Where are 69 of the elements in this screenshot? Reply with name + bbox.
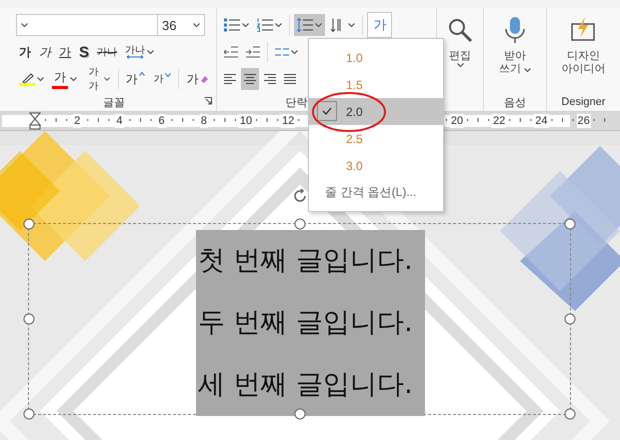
shrink-font-button[interactable]: 가 xyxy=(150,68,174,90)
design-ideas-button[interactable]: 디자인 아이디어 xyxy=(557,14,610,78)
ruler-number: 20 xyxy=(450,114,464,128)
ruler-number: 8 xyxy=(200,114,208,128)
underline-button[interactable]: 가 xyxy=(56,41,74,63)
align-left-icon xyxy=(224,73,236,85)
ruler-number: 12 xyxy=(281,114,296,128)
ruler-number: 10 xyxy=(238,114,254,128)
caret-icon xyxy=(147,50,154,54)
columns-icon xyxy=(275,47,290,57)
caret-icon xyxy=(456,63,464,67)
ruler-number: 22 xyxy=(492,114,506,128)
line-spacing-icon xyxy=(297,18,314,32)
ruler-number: 6 xyxy=(158,114,166,128)
double-arrow-icon xyxy=(126,54,144,58)
dictate-button[interactable]: 받아 쓰기 xyxy=(495,14,536,78)
grow-font-button[interactable]: 가 xyxy=(122,68,148,90)
indent-marker-icon[interactable] xyxy=(29,112,41,130)
bold-button[interactable]: 가 xyxy=(16,41,34,63)
designer-group-label: Designer xyxy=(561,96,606,108)
font-size-field[interactable]: 36 xyxy=(157,14,205,36)
eraser-icon xyxy=(200,74,210,84)
down-caret-icon xyxy=(165,73,172,77)
character-spacing-button[interactable]: 가나 xyxy=(122,41,158,63)
shadow-button[interactable]: S xyxy=(76,41,92,63)
highlighter-icon xyxy=(20,72,34,82)
font-name-field[interactable] xyxy=(16,14,158,36)
align-right-icon xyxy=(264,73,276,85)
search-icon xyxy=(446,16,474,44)
check-icon xyxy=(317,101,337,121)
ruler-number: 24 xyxy=(534,114,549,128)
clear-formatting-button[interactable]: 가 xyxy=(183,68,212,90)
edit-button[interactable]: 편집 xyxy=(442,14,478,69)
voice-group-label: 음성 xyxy=(504,96,526,110)
align-center-button[interactable] xyxy=(241,68,260,90)
caret-icon xyxy=(37,77,44,81)
lightning-picture-icon xyxy=(569,16,598,44)
caret-icon xyxy=(242,23,250,27)
numbering-icon xyxy=(257,18,274,32)
line-spacing-option[interactable]: 2.0 xyxy=(309,98,443,125)
font-color-button[interactable]: 가 xyxy=(49,68,80,90)
caret-icon xyxy=(104,77,111,81)
italic-button[interactable]: 가 xyxy=(36,41,54,63)
caret-icon xyxy=(275,23,282,27)
text-direction-button[interactable]: 가 xyxy=(367,12,392,38)
font-group-label: 글꼴 xyxy=(103,96,126,110)
dialog-launcher-icon[interactable] xyxy=(204,97,212,105)
line-spacing-options-item[interactable]: 줄 간격 옵션(L)... xyxy=(309,179,443,206)
rotate-handle-icon[interactable] xyxy=(292,188,308,204)
change-case-button[interactable]: 가가 xyxy=(82,68,114,90)
caret-icon xyxy=(21,23,28,27)
paragraph-group-label: 단락 xyxy=(285,96,308,110)
decrease-indent-icon xyxy=(224,46,238,58)
caret-icon xyxy=(70,77,77,81)
strike-button[interactable]: 가나 xyxy=(94,41,120,63)
up-caret-icon xyxy=(139,72,146,76)
caret-icon xyxy=(524,68,532,72)
ruler-number: 4 xyxy=(115,114,124,128)
line-spacing-button[interactable] xyxy=(294,14,326,36)
caret-icon xyxy=(291,50,298,54)
bullets-icon xyxy=(224,18,240,32)
increase-indent-icon xyxy=(246,46,260,58)
align-justify-icon xyxy=(284,73,296,85)
caret-icon xyxy=(193,23,200,27)
ruler-number: 2 xyxy=(73,114,82,128)
caret-icon xyxy=(315,23,322,27)
ruler-number: 26 xyxy=(576,114,591,128)
align-center-icon xyxy=(244,73,256,85)
caret-icon xyxy=(348,23,356,27)
